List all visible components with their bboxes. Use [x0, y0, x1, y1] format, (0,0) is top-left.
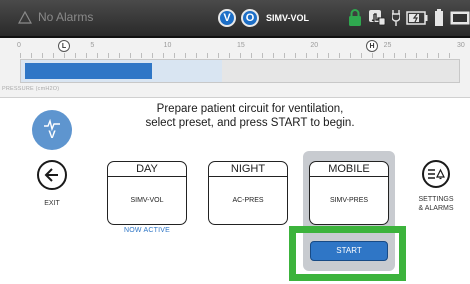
preset-mobile-title: MOBILE	[310, 162, 388, 177]
preset-mobile[interactable]: MOBILE SIMV-PRES	[309, 161, 389, 225]
exit-button[interactable]: EXIT	[34, 160, 70, 207]
alarm-status-text: No Alarms	[38, 10, 94, 24]
battery-charging-icon	[406, 10, 428, 25]
instruction-line-2: select preset, and press START to begin.	[145, 117, 355, 129]
status-icons	[348, 9, 470, 26]
pressure-axis-label: PRESSURE (cmH2O)	[2, 86, 60, 92]
exit-label: EXIT	[44, 200, 60, 207]
settings-alarms-button[interactable]: SETTINGS & ALARMS	[408, 160, 464, 213]
high-limit-marker: H	[366, 40, 378, 52]
settings-list-icon	[428, 168, 445, 180]
settings-alarms-label: SETTINGS & ALARMS	[408, 195, 464, 213]
current-mode: SIMV-VOL	[266, 13, 310, 23]
ac-power-icon	[392, 9, 400, 26]
preset-day-mode: SIMV-VOL	[130, 197, 164, 204]
gauge-tick-label: 15	[237, 42, 245, 49]
external-battery-icon	[450, 11, 470, 25]
preset-night-title: NIGHT	[209, 162, 287, 177]
preset-night-mode: AC-PRES	[232, 197, 264, 204]
mode-area: V O SIMV-VOL	[218, 9, 309, 27]
instruction-text: Prepare patient circuit for ventilation,…	[110, 102, 390, 130]
preset-day[interactable]: DAY SIMV-VOL	[107, 161, 187, 225]
gauge-tick-label: 0	[17, 42, 21, 49]
arrow-left-icon	[44, 168, 58, 182]
settings-circle[interactable]	[422, 160, 450, 188]
ventilation-badge: V	[218, 9, 236, 27]
pressure-gauge: 0 5 10 15 20 25 30 L H PRESSURE (cmH2O)	[0, 38, 470, 98]
pressure-bar	[20, 59, 460, 83]
preset-day-title: DAY	[108, 162, 186, 177]
gauge-tick-label: 30	[457, 42, 465, 49]
exit-circle[interactable]	[37, 160, 67, 190]
pressure-bar-fill	[25, 63, 153, 79]
gauge-tick-label: 20	[310, 42, 319, 49]
gauge-tick-marks	[20, 53, 460, 58]
touch-lock-icon[interactable]	[368, 9, 386, 26]
settings-label-line-1: SETTINGS	[418, 196, 454, 203]
instruction-line-1: Prepare patient circuit for ventilation,	[156, 103, 344, 115]
start-button[interactable]: START	[310, 241, 388, 261]
preset-night[interactable]: NIGHT AC-PRES	[208, 161, 288, 225]
patient-badge-letter: V	[48, 129, 56, 141]
gauge-tick-label: 10	[163, 42, 172, 49]
oxygen-badge: O	[241, 9, 259, 27]
preset-day-status: NOW ACTIVE	[124, 227, 170, 234]
lock-icon[interactable]	[348, 9, 362, 26]
settings-label-line-2: & ALARMS	[418, 205, 454, 212]
gauge-tick-label: 25	[383, 42, 392, 49]
low-limit-marker: L	[58, 40, 70, 52]
status-bar: No Alarms V O SIMV-VOL	[0, 0, 470, 38]
internal-battery-icon	[434, 9, 444, 26]
alarm-area[interactable]: No Alarms	[18, 10, 93, 24]
gauge-tick-label: 5	[90, 42, 95, 49]
preset-mobile-mode: SIMV-PRES	[329, 197, 369, 204]
patient-circuit-badge: V	[32, 110, 72, 150]
bell-icon	[18, 10, 32, 24]
